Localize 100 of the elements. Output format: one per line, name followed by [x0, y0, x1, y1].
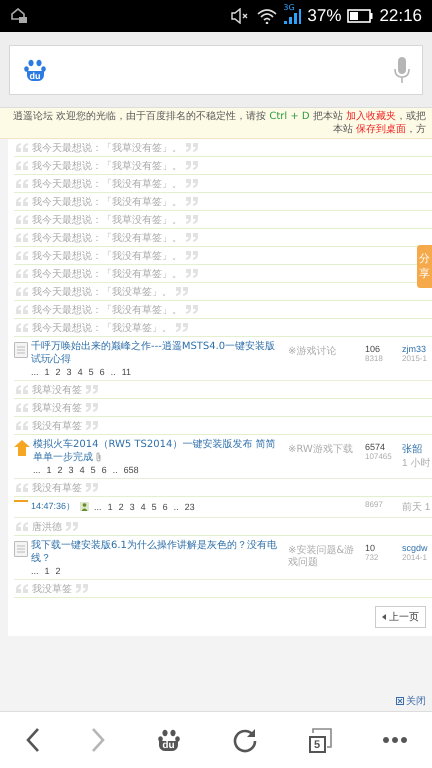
quote-icon — [186, 143, 198, 152]
battery-icon — [347, 9, 374, 23]
quote-icon — [16, 197, 28, 206]
quote-icon — [186, 269, 198, 278]
quote-icon — [16, 584, 28, 593]
page-link[interactable]: 3 — [130, 502, 135, 512]
quote-icon — [66, 522, 78, 531]
page-link[interactable]: 1 — [108, 502, 113, 512]
quote-icon — [186, 161, 198, 170]
quote-icon — [16, 233, 28, 242]
refresh-icon[interactable] — [232, 727, 258, 753]
page-link[interactable]: 6 — [102, 465, 107, 475]
notice-link[interactable]: 保存到桌面 — [356, 124, 406, 135]
quote-icon — [186, 179, 198, 188]
page-link[interactable]: 5 — [88, 367, 94, 377]
page-link[interactable]: 3 — [68, 465, 74, 475]
network-type: 3G — [283, 3, 295, 12]
signature-text: 我今天最想说：「我没有草签」。 — [32, 196, 182, 208]
quote-icon — [176, 287, 188, 296]
signature-text: 唐洪德 — [32, 520, 62, 534]
signature-text: 我今天最想说：「我没草签」。 — [32, 322, 172, 334]
reply-count: 6574 — [365, 442, 386, 452]
quote-icon — [16, 385, 28, 394]
page-link[interactable]: 6 — [162, 502, 168, 512]
page-link[interactable]: 4 — [80, 465, 85, 475]
page-link[interactable]: ... — [31, 367, 39, 377]
notice-text: 逍遥论坛 欢迎您的光临，由于百度排名的不稳定性，请按 Ctrl + D 把本站 加入收藏夹，或把本站 保存到桌面，方 — [0, 108, 432, 139]
author-link[interactable]: 张韶 — [402, 442, 432, 456]
quote-icon — [86, 483, 98, 492]
quote-icon — [186, 197, 198, 206]
page-link[interactable]: 4 — [78, 367, 83, 377]
signature-text: 我没有草签 — [32, 482, 82, 494]
quote-icon — [16, 421, 28, 430]
notice-link[interactable]: 加入收藏夹 — [346, 111, 396, 122]
quote-icon — [76, 584, 88, 593]
back-icon[interactable] — [24, 727, 40, 753]
page-link[interactable]: ... — [33, 465, 41, 475]
page-link[interactable]: .. — [112, 465, 118, 475]
more-icon[interactable] — [382, 736, 408, 744]
page-link[interactable]: 1 — [46, 465, 52, 475]
view-count: 107465 — [365, 452, 393, 461]
baidu-logo: du — [22, 58, 48, 80]
page-link[interactable]: 6 — [100, 367, 105, 377]
last-post-time: 2015-1 — [402, 354, 428, 363]
page-link[interactable]: 1 — [44, 367, 50, 377]
close-ad-button[interactable]: 关闭 — [396, 694, 426, 708]
signature-text: 我草没有签 — [32, 384, 82, 396]
thread-title-link[interactable]: 我下载一键安装版6.1为什么操作讲解是灰色的？没有电线？ — [31, 539, 285, 565]
quote-icon — [16, 522, 28, 531]
signature-text: 我今天最想说：「我草没有签」。 — [32, 214, 182, 226]
page-link[interactable]: 5 — [90, 465, 96, 475]
reply-count: 10 — [365, 543, 376, 553]
tabs-button[interactable]: 5 — [306, 727, 332, 753]
quote-icon — [186, 215, 198, 224]
page-link[interactable]: 4 — [140, 502, 146, 512]
page-link[interactable]: .. — [110, 367, 116, 377]
thread-title-link[interactable]: 模拟火车2014（RW5 TS2014）一键安装版发布 简简单单一步完成 — [33, 438, 285, 464]
page-link[interactable]: 2 — [56, 367, 61, 377]
author-link[interactable]: zjm33 — [402, 344, 432, 354]
page-link[interactable]: 1 — [44, 566, 50, 576]
baidu-home-button[interactable]: du — [154, 729, 182, 751]
quote-icon — [16, 215, 28, 224]
thread-title-link[interactable]: 千呼万唤始出来的巅峰之作---逍遥MSTS4.0一键安装版试玩心得 — [31, 340, 285, 366]
quote-icon — [16, 323, 28, 332]
page-link[interactable]: 23 — [184, 502, 195, 512]
view-count: 8318 — [365, 354, 384, 363]
page-link[interactable]: ... — [31, 566, 39, 576]
page-link[interactable]: 2 — [58, 465, 63, 475]
quote-icon — [16, 269, 28, 278]
last-post-time: 1 小时 — [402, 456, 432, 470]
page-link[interactable]: 11 — [122, 367, 131, 377]
page-link[interactable]: ... — [94, 502, 102, 512]
view-count: 732 — [365, 553, 380, 562]
page-link[interactable]: 658 — [124, 465, 139, 475]
signature-text: 我今天最想说：「我没有草签」。 — [32, 232, 182, 244]
signature-text: 我今天最想说：「我草没有签」。 — [32, 142, 182, 154]
page-link[interactable]: 2 — [56, 566, 61, 576]
quote-icon — [16, 251, 28, 260]
caret-icon — [382, 614, 386, 620]
signature-text: 我今天最想说：「我没有草签」。 — [32, 268, 182, 280]
quote-icon — [16, 143, 28, 152]
quote-icon — [16, 305, 28, 314]
address-field[interactable]: du — [9, 44, 423, 94]
battery-percent: 37% — [307, 6, 342, 26]
previous-page-button[interactable]: 上一页 — [375, 606, 426, 628]
page-link[interactable]: 2 — [118, 502, 124, 512]
last-post-time: 2014-1 — [402, 553, 428, 562]
page-link[interactable]: 5 — [152, 502, 157, 512]
user-icon — [80, 502, 90, 511]
author-link[interactable]: scgdw — [402, 543, 432, 553]
last-post-time: 前天 1 — [402, 501, 432, 514]
quote-icon — [16, 287, 28, 296]
quote-icon — [16, 179, 28, 188]
signature-text: 我今天最想说：「我草没有签」。 — [32, 160, 182, 172]
signature-text: 我没草签 — [32, 582, 72, 596]
signature-text: 我没有草签 — [32, 420, 82, 432]
page-link[interactable]: .. — [174, 502, 179, 512]
quote-icon — [186, 233, 198, 242]
signature-text: 我草没有签 — [32, 402, 82, 414]
page-link[interactable]: 3 — [66, 367, 72, 377]
